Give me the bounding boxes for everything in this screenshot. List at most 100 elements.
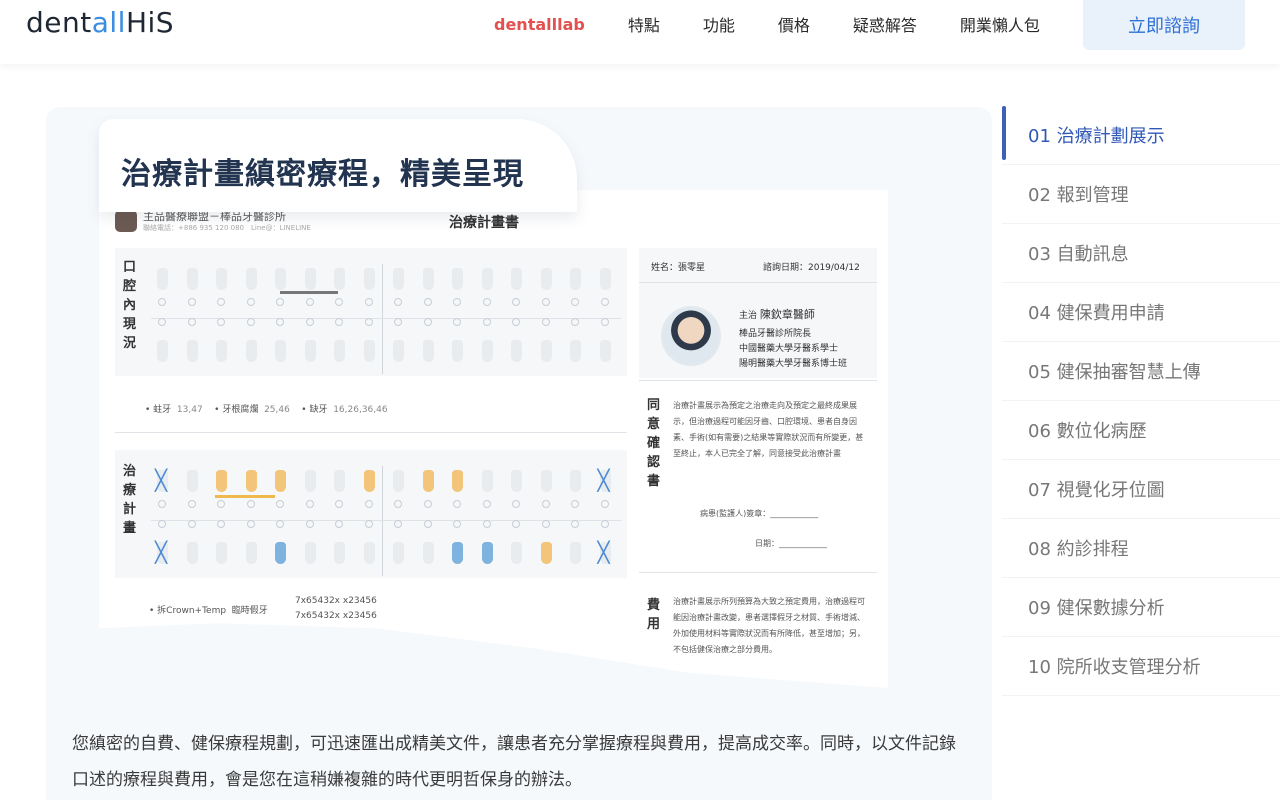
tooth-surface-dot bbox=[217, 318, 225, 326]
tooth-surface-dot bbox=[423, 500, 432, 508]
tooth-surface-dot bbox=[541, 298, 550, 306]
tooth-lower bbox=[245, 340, 257, 362]
tooth-upper bbox=[245, 268, 257, 290]
toc-item-treatment-plan[interactable]: 01 治療計劃展示 bbox=[1002, 106, 1280, 165]
missing-tooth-icon: ╳ bbox=[597, 540, 610, 564]
tooth-lower bbox=[511, 542, 522, 564]
toc-item-nhi-claims[interactable]: 04 健保費用申請 bbox=[1002, 283, 1280, 342]
toc-item-nhi-audit-upload[interactable]: 05 健保抽審智慧上傳 bbox=[1002, 342, 1280, 401]
tooth-surface-dot bbox=[276, 520, 284, 528]
missing-tooth-icon: ╳ bbox=[155, 540, 168, 564]
missing-tooth-icon: ╳ bbox=[597, 468, 610, 492]
tooth-lower bbox=[304, 340, 316, 362]
nav-functions[interactable]: 功能 bbox=[703, 12, 735, 36]
patient-divider bbox=[639, 282, 877, 283]
logo-blue-text: all bbox=[91, 6, 126, 39]
tooth-surface-dot bbox=[364, 500, 373, 508]
tooth-surface-dot bbox=[512, 318, 520, 326]
tooth-surface-dot bbox=[217, 500, 225, 508]
card-description: 您縝密的自費、健保療程規劃，可迅速匯出成精美文件，讓患者充分掌握療程與費用，提高… bbox=[72, 734, 956, 790]
toc-item-appointments[interactable]: 08 約診排程 bbox=[1002, 519, 1280, 578]
nav-faq[interactable]: 疑惑解答 bbox=[853, 12, 917, 36]
card-title-box: 治療計畫縝密療程，精美呈現 bbox=[99, 119, 577, 212]
tooth-surface-dot bbox=[541, 318, 550, 326]
clinic-contact: 聯絡電話：+886 935 120 080 Line@：LINELINE bbox=[143, 224, 311, 232]
toc-item-auto-message[interactable]: 03 自動訊息 bbox=[1002, 224, 1280, 283]
toc-item-tooth-chart[interactable]: 07 視覺化牙位圖 bbox=[1002, 460, 1280, 519]
tooth-surface-dot bbox=[512, 298, 520, 306]
doctor-title: 主治 陳欽章醫師 bbox=[739, 308, 815, 321]
tooth-upper bbox=[157, 268, 168, 290]
tooth-lower bbox=[363, 340, 375, 362]
tooth-lower bbox=[599, 340, 611, 362]
tooth-surface-dot bbox=[335, 318, 343, 326]
tooth-upper bbox=[422, 470, 434, 492]
toc-item-check-in[interactable]: 02 報到管理 bbox=[1002, 165, 1280, 224]
toc-item-digital-records[interactable]: 06 數位化病歷 bbox=[1002, 401, 1280, 460]
tooth-lower bbox=[570, 542, 581, 564]
midline bbox=[382, 264, 383, 374]
tooth-lower bbox=[422, 340, 434, 362]
logo[interactable]: dentallHiS bbox=[26, 6, 174, 39]
tooth-lower bbox=[393, 542, 404, 564]
treatment-plan-label: 治療計畫 bbox=[123, 464, 137, 536]
tooth-upper bbox=[599, 268, 611, 290]
tooth-surface-dot bbox=[482, 298, 491, 306]
tooth-surface-dot bbox=[246, 520, 255, 528]
tooth-surface-dot bbox=[217, 520, 225, 528]
tooth-lower bbox=[363, 542, 375, 564]
doctor-avatar bbox=[661, 306, 721, 366]
tooth-surface-dot bbox=[364, 298, 373, 306]
toc-item-finance-analytics[interactable]: 10 院所收支管理分析 bbox=[1002, 637, 1280, 696]
tooth-surface-dot bbox=[482, 318, 491, 326]
nav-pricing[interactable]: 價格 bbox=[778, 12, 810, 36]
tooth-surface-dot bbox=[600, 520, 609, 528]
tooth-upper bbox=[275, 268, 286, 290]
tooth-surface-dot bbox=[246, 298, 255, 306]
tooth-surface-dot bbox=[217, 298, 225, 306]
tooth-upper bbox=[540, 470, 552, 492]
tooth-surface-dot bbox=[423, 520, 432, 528]
tooth-surface-dot bbox=[482, 520, 491, 528]
consult-now-button[interactable]: 立即諮詢 bbox=[1083, 0, 1245, 50]
tooth-surface-dot bbox=[335, 298, 343, 306]
tooth-surface-dot bbox=[305, 298, 314, 306]
tooth-surface-dot bbox=[423, 298, 432, 306]
tooth-upper bbox=[393, 470, 404, 492]
tooth-upper bbox=[363, 470, 375, 492]
tooth-lower bbox=[393, 340, 404, 362]
tooth-upper bbox=[304, 470, 316, 492]
tooth-lower bbox=[157, 340, 168, 362]
tooth-upper bbox=[186, 268, 198, 290]
tooth-lower bbox=[452, 542, 463, 564]
tooth-lower bbox=[216, 542, 227, 564]
tooth-surface-dot bbox=[600, 318, 609, 326]
tooth-lower bbox=[186, 542, 198, 564]
tooth-lower bbox=[481, 542, 493, 564]
toc-item-nhi-analytics[interactable]: 09 健保數據分析 bbox=[1002, 578, 1280, 637]
nav-features[interactable]: 特點 bbox=[628, 12, 660, 36]
tooth-surface-dot bbox=[571, 298, 579, 306]
tooth-upper bbox=[245, 470, 257, 492]
tooth-surface-dot bbox=[600, 298, 609, 306]
tooth-upper bbox=[363, 268, 375, 290]
tooth-surface-dot bbox=[512, 500, 520, 508]
tooth-upper bbox=[422, 268, 434, 290]
tooth-surface-dot bbox=[453, 298, 461, 306]
tooth-surface-dot bbox=[541, 520, 550, 528]
signature-date: 日期：____________ bbox=[755, 539, 827, 548]
bridge-bar bbox=[280, 291, 338, 294]
tooth-lower bbox=[540, 542, 552, 564]
tooth-upper bbox=[334, 268, 345, 290]
nav-dentalllab[interactable]: dentalllab bbox=[494, 15, 585, 34]
patient-name: 姓名：張零星 bbox=[651, 263, 706, 273]
tooth-surface-dot bbox=[571, 318, 579, 326]
plan-legend: • 拆Crown+Temp 臨時假牙 bbox=[149, 606, 268, 616]
tooth-lower bbox=[334, 340, 345, 362]
tooth-upper bbox=[304, 268, 316, 290]
tooth-lower bbox=[245, 542, 257, 564]
tooth-surface-dot bbox=[394, 520, 402, 528]
nav-starter-pack[interactable]: 開業懶人包 bbox=[960, 12, 1040, 36]
tooth-surface-dot bbox=[571, 520, 579, 528]
tooth-surface-dot bbox=[423, 318, 432, 326]
